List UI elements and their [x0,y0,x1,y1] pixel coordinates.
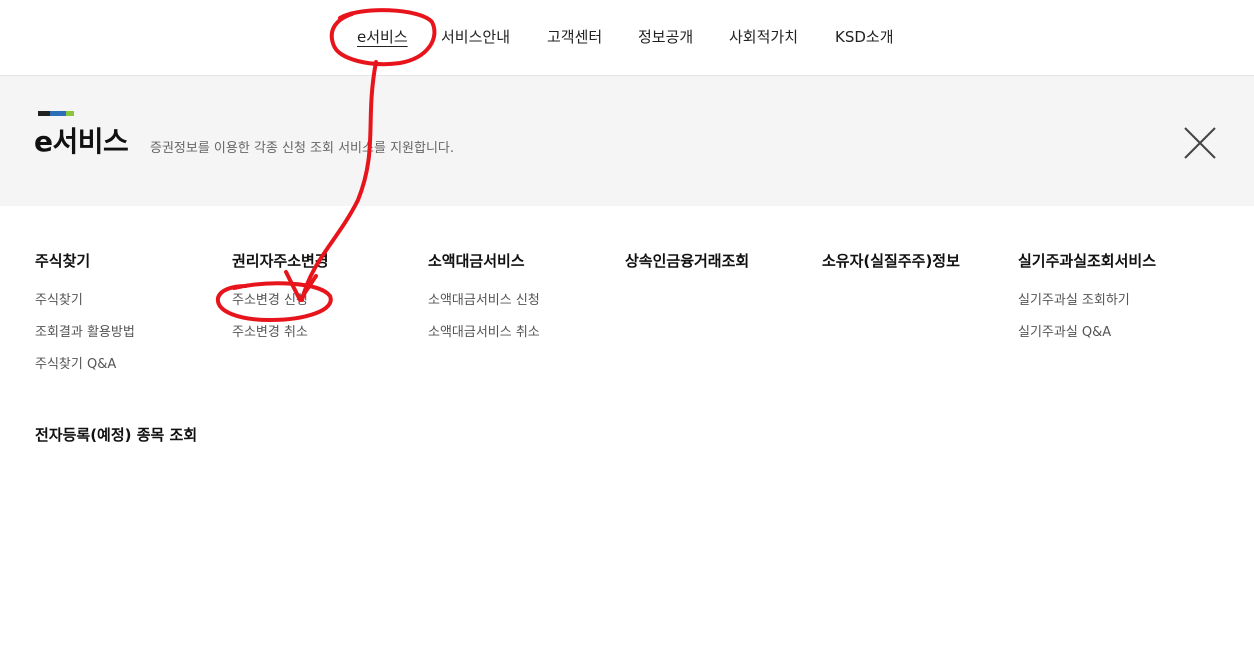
menu-column-address-change: 권리자주소변경 주소변경 신청 주소변경 취소 [232,250,422,356]
top-navigation: e서비스 서비스안내 고객센터 정보공개 사회적가치 KSD소개 [0,0,1254,76]
nav-public-info[interactable]: 정보공개 [638,26,693,47]
menu-title-electronic-registration[interactable]: 전자등록(예정) 종목 조회 [35,424,197,445]
menu-link[interactable]: 주식찾기 [35,292,225,324]
menu-link-address-change-apply[interactable]: 주소변경 신청 [232,292,422,324]
section-banner: e서비스 증권정보를 이용한 각종 신청 조회 서비스를 지원합니다. [0,76,1254,206]
column-title[interactable]: 실기주과실조회서비스 [1018,250,1208,271]
column-title[interactable]: 소유자(실질주주)정보 [822,250,1012,271]
page-description: 증권정보를 이용한 각종 신청 조회 서비스를 지원합니다. [150,141,455,156]
menu-column-inheritance: 상속인금융거래조회 [625,250,815,292]
menu-link[interactable]: 소액대금서비스 신청 [428,292,618,324]
nav-social-value[interactable]: 사회적가치 [729,26,798,47]
menu-link[interactable]: 실기주과실 조회하기 [1018,292,1208,324]
menu-link[interactable]: 조회결과 활용방법 [35,324,225,356]
nav-eservice[interactable]: e서비스 [357,26,408,47]
nav-ksd-intro[interactable]: KSD소개 [835,26,894,47]
menu-link[interactable]: 소액대금서비스 취소 [428,324,618,356]
close-icon[interactable] [1183,126,1217,160]
page-title: e서비스 [34,125,129,158]
column-title[interactable]: 권리자주소변경 [232,250,422,271]
column-title[interactable]: 상속인금융거래조회 [625,250,815,271]
menu-link[interactable]: 주식찾기 Q&A [35,356,225,388]
menu-column-small-payment: 소액대금서비스 소액대금서비스 신청 소액대금서비스 취소 [428,250,618,356]
nav-service-guide[interactable]: 서비스안내 [441,26,510,47]
menu-column-stock-search: 주식찾기 주식찾기 조회결과 활용방법 주식찾기 Q&A [35,250,225,388]
nav-customer-center[interactable]: 고객센터 [547,26,602,47]
menu-link[interactable]: 실기주과실 Q&A [1018,324,1208,356]
column-title[interactable]: 소액대금서비스 [428,250,618,271]
accent-bars [38,111,74,116]
menu-column-owner-info: 소유자(실질주주)정보 [822,250,1012,292]
menu-link[interactable]: 주소변경 취소 [232,324,422,356]
column-title[interactable]: 주식찾기 [35,250,225,271]
menu-column-unclaimed-stock: 실기주과실조회서비스 실기주과실 조회하기 실기주과실 Q&A [1018,250,1208,356]
